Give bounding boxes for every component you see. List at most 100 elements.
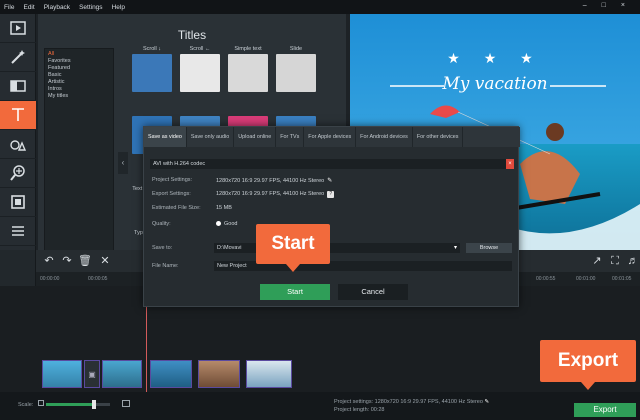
maximize-icon[interactable]: □ [602, 2, 606, 9]
scale-slider[interactable] [46, 400, 110, 409]
close-icon[interactable]: × [621, 2, 625, 9]
file-size-row: Estimated File Size: 15 MB [152, 205, 232, 211]
project-settings-value: 1280x720 16:9 29.97 FPS, 44100 Hz Stereo [216, 178, 325, 184]
start-button[interactable]: Start [260, 284, 330, 300]
zoom-out-icon[interactable] [38, 400, 44, 406]
menu-settings[interactable]: Settings [79, 4, 103, 11]
quality-radio[interactable] [216, 221, 221, 227]
tool-strip [0, 14, 36, 250]
export-frame-icon[interactable]: ↗ [590, 254, 604, 268]
title-tile[interactable] [228, 54, 268, 92]
export-button[interactable]: Export [574, 403, 636, 417]
category-item[interactable]: Favorites [48, 58, 110, 65]
category-item[interactable]: Artistic [48, 79, 110, 86]
quality-row: Quality: Good [152, 221, 237, 227]
quality-value: Good [224, 221, 238, 227]
tab-apple-devices[interactable]: For Apple devices [304, 127, 357, 147]
menu-edit[interactable]: Edit [23, 4, 34, 11]
title-tile[interactable] [276, 54, 316, 92]
category-item[interactable]: Featured [48, 65, 110, 72]
video-clip[interactable] [198, 360, 240, 388]
stickers-tool[interactable] [0, 130, 36, 159]
pencil-icon[interactable]: ✎ [484, 399, 489, 405]
project-settings-value: 1280x720 16:9 29.97 FPS, 44100 Hz Stereo [374, 399, 483, 405]
project-length-label: Project length: [334, 407, 370, 413]
magic-wand-icon [11, 50, 25, 64]
cut-icon[interactable]: ✕ [98, 254, 112, 268]
star-decoration: ★ ★ ★ [447, 50, 543, 66]
category-item[interactable]: Basic [48, 72, 110, 79]
delete-icon[interactable]: 🗑 [78, 254, 92, 268]
stabilize-tool[interactable] [0, 188, 36, 217]
codec-value: AVI with H.264 codec [153, 161, 206, 167]
category-item[interactable]: All [48, 51, 110, 58]
tab-save-only-audio[interactable]: Save only audio [187, 127, 235, 147]
video-clip[interactable] [102, 360, 142, 388]
title-tile[interactable] [132, 54, 172, 92]
filters-tool[interactable] [0, 43, 36, 72]
project-settings-row: Project Settings: 1280x720 16:9 29.97 FP… [152, 177, 332, 184]
ruler-tick: 00:01:05 [612, 276, 632, 282]
transitions-tool[interactable] [0, 72, 36, 101]
fullscreen-icon[interactable]: ⛶ [608, 254, 622, 268]
title-tile[interactable] [180, 54, 220, 92]
tab-android-devices[interactable]: For Android devices [356, 127, 413, 147]
quality-label: Quality: [152, 221, 171, 227]
category-item[interactable]: My titles [48, 93, 110, 100]
project-settings-label: Project settings: [334, 399, 374, 405]
help-icon[interactable]: ? [327, 191, 335, 198]
transition-icon[interactable]: ▣ [84, 360, 100, 388]
import-tool[interactable] [0, 14, 36, 43]
titles-tool[interactable] [0, 101, 36, 130]
video-clip[interactable] [246, 360, 292, 388]
zoom-in-icon[interactable] [122, 400, 130, 407]
tab-save-as-video[interactable]: Save as video [144, 127, 187, 147]
list-icon [12, 226, 24, 236]
ruler-tick: 00:00:05 [88, 276, 108, 282]
dropdown-arrow-icon: ▾ [453, 245, 457, 251]
project-length-value: 00:28 [370, 407, 385, 413]
video-clip[interactable] [150, 360, 192, 388]
ruler-tick: 00:00:55 [536, 276, 556, 282]
category-item[interactable]: Intros [48, 86, 110, 93]
window-controls: – □ × [583, 2, 634, 9]
tab-other-devices[interactable]: For other devices [413, 127, 464, 147]
title-tile-label: Slide [289, 46, 303, 52]
browse-button[interactable]: Browse [466, 243, 512, 253]
file-size-label: Estimated File Size: [152, 205, 201, 211]
preview-title-text: My vacation [442, 74, 548, 94]
category-list: All Favorites Featured Basic Artistic In… [44, 48, 114, 260]
cancel-button[interactable]: Cancel [338, 284, 408, 300]
video-clip[interactable] [42, 360, 82, 388]
export-settings-value: 1280x720 16:9 29.97 FPS, 44100 Hz Stereo [216, 191, 325, 197]
file-name-label: File Name: [152, 263, 179, 269]
close-icon[interactable]: × [506, 159, 514, 169]
pencil-icon[interactable]: ✎ [327, 177, 335, 184]
save-to-field[interactable]: D:\Movavi ▾ [214, 243, 460, 253]
export-settings-row: Export Settings: 1280x720 16:9 29.97 FPS… [152, 191, 335, 198]
panel-title: Titles [177, 28, 207, 42]
file-size-value: 15 MB [216, 205, 232, 211]
minimize-icon[interactable]: – [583, 2, 587, 9]
menu-file[interactable]: File [4, 4, 14, 11]
title-text-icon [12, 108, 24, 121]
export-tabs: Save as video Save only audio Upload onl… [144, 127, 520, 147]
ruler-tick: 00:00:00 [40, 276, 60, 282]
ruler-tick: 00:01:00 [576, 276, 596, 282]
menu-help[interactable]: Help [112, 4, 125, 11]
export-settings-label: Export Settings: [152, 191, 191, 197]
redo-icon[interactable]: ↷ [60, 254, 74, 268]
project-info: Project settings: 1280x720 16:9 29.97 FP… [334, 398, 489, 414]
tab-for-tvs[interactable]: For TVs [276, 127, 305, 147]
export-callout: Export [540, 340, 636, 390]
undo-icon[interactable]: ↶ [42, 254, 56, 268]
volume-icon[interactable]: ♬ [626, 254, 640, 268]
more-tools[interactable] [0, 217, 36, 246]
tab-upload-online[interactable]: Upload online [234, 127, 277, 147]
zoom-tool[interactable] [0, 159, 36, 188]
transition-icon [10, 80, 26, 92]
menu-playback[interactable]: Playback [44, 4, 70, 11]
codec-select[interactable]: AVI with H.264 codec × [150, 159, 514, 169]
scale-slider-knob[interactable] [92, 400, 96, 409]
scale-slider-fill [46, 403, 94, 406]
